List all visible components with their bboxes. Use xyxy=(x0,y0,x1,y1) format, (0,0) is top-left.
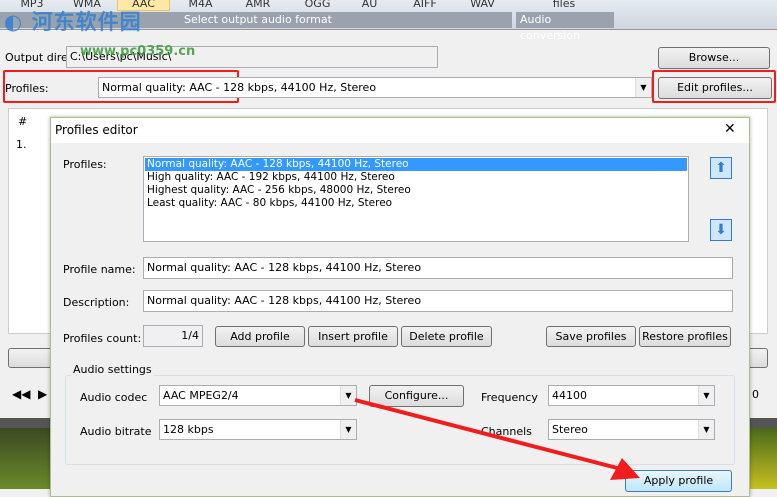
arrow-line xyxy=(354,398,626,472)
watermark-title: 河东软件园 xyxy=(31,10,142,34)
watermark-url: www.pc0359.cn xyxy=(80,44,196,59)
annotation-arrow xyxy=(354,398,640,480)
watermark-icon: ◐ xyxy=(4,10,24,34)
watermark-logo: ◐ 河东软件园 xyxy=(4,6,142,36)
